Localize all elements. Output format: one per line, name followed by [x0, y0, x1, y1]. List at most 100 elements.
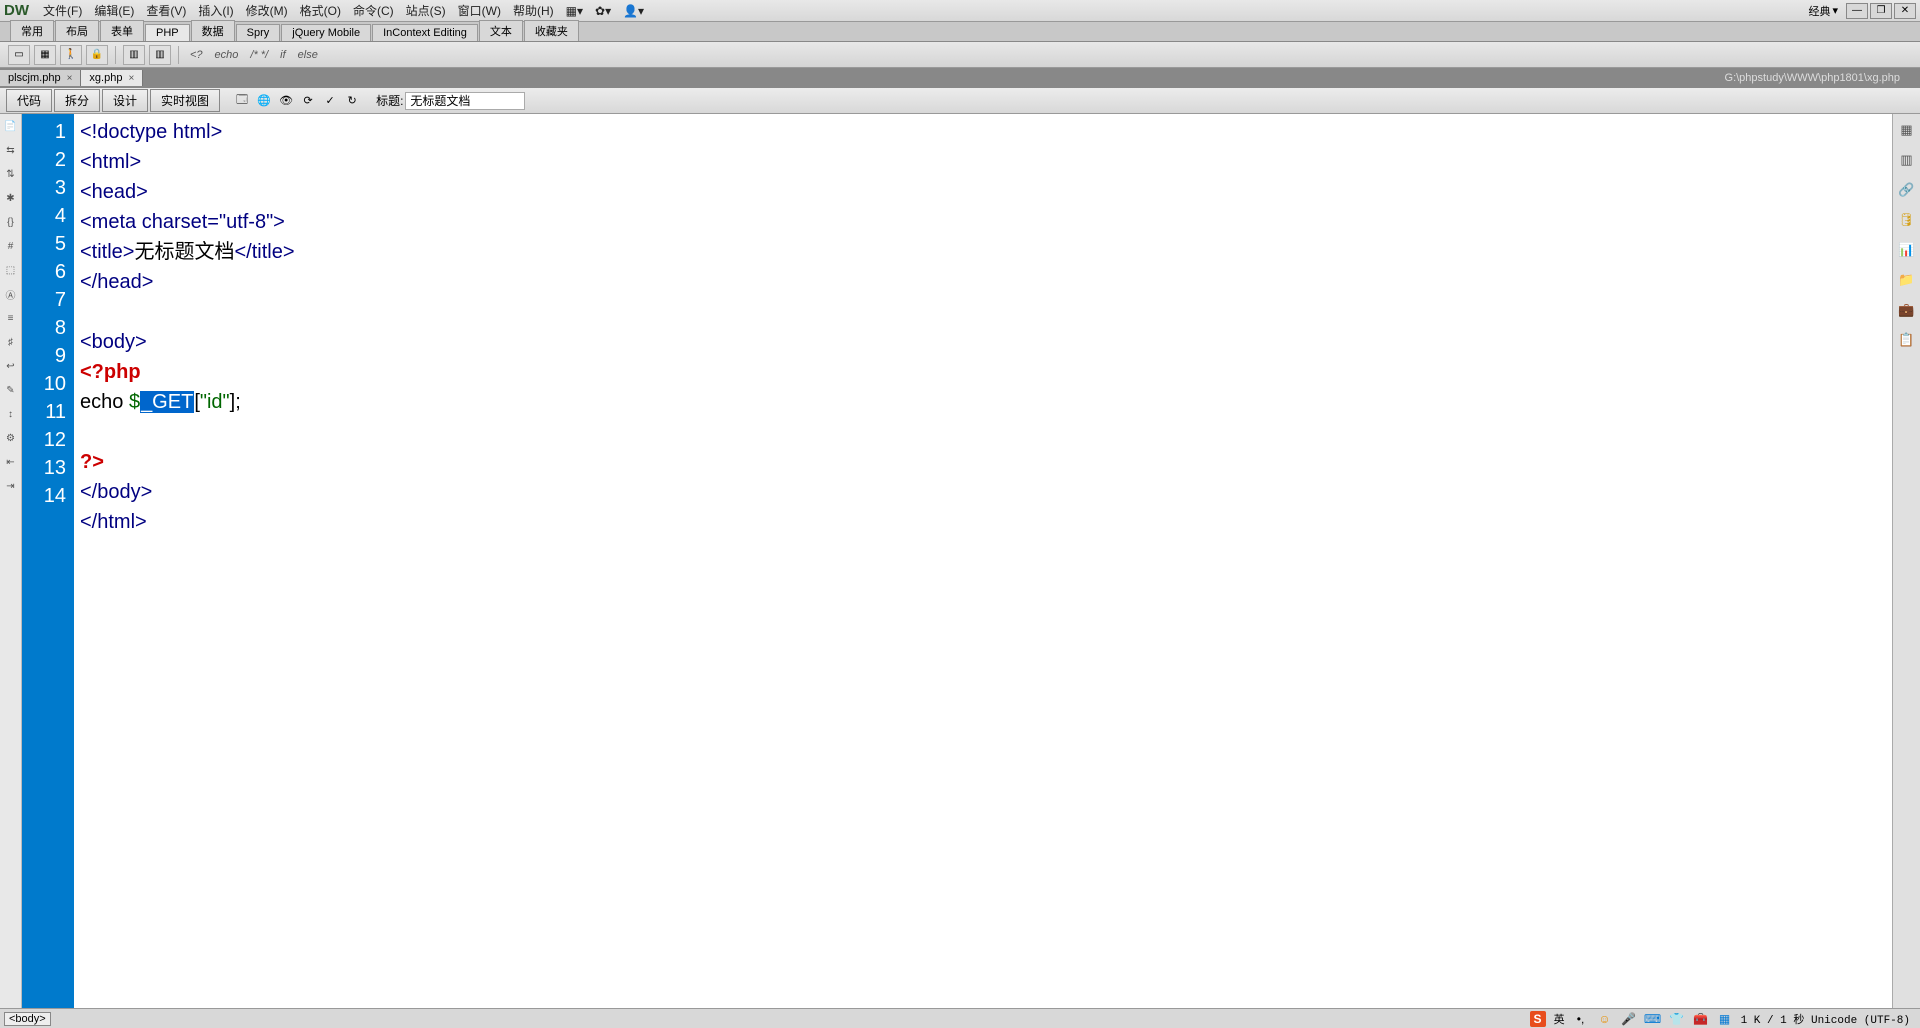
- indent-icon[interactable]: ≡: [3, 310, 19, 326]
- if-snippet[interactable]: if: [276, 49, 290, 61]
- ime-icon[interactable]: S: [1530, 1011, 1546, 1027]
- ap-panel-icon[interactable]: ▥: [1897, 150, 1917, 170]
- syntax-icon[interactable]: Ⓐ: [3, 286, 19, 302]
- tag-selector[interactable]: <body>: [4, 1012, 51, 1026]
- nav-icon[interactable]: ↕: [3, 406, 19, 422]
- menu-insert[interactable]: 插入(I): [192, 0, 239, 21]
- close-icon[interactable]: ×: [128, 73, 134, 84]
- table-icon[interactable]: ▦: [34, 45, 56, 65]
- select-parent-icon[interactable]: ✱: [3, 190, 19, 206]
- insert-category-tabs: 常用 布局 表单 PHP 数据 Spry jQuery Mobile InCon…: [0, 22, 1920, 42]
- title-input[interactable]: [405, 92, 525, 110]
- workspace-dropdown[interactable]: 经典▾: [1808, 3, 1838, 19]
- server-behav-icon[interactable]: 📊: [1897, 240, 1917, 260]
- menu-view[interactable]: 查看(V): [140, 0, 192, 21]
- menu-site[interactable]: 站点(S): [400, 0, 452, 21]
- sync-icon[interactable]: ⟳: [298, 92, 318, 110]
- line-number-gutter: 123 456 789 101112 1314: [22, 114, 74, 1008]
- wrap-icon[interactable]: ↩: [3, 358, 19, 374]
- php-open-tag[interactable]: <?: [186, 49, 207, 61]
- tab-layout[interactable]: 布局: [55, 20, 99, 41]
- doc-tab-label: plscjm.php: [8, 72, 61, 84]
- code-view-button[interactable]: 代码: [6, 89, 52, 112]
- mic-icon[interactable]: 🎤: [1621, 1011, 1637, 1027]
- tab-form[interactable]: 表单: [100, 20, 144, 41]
- form-icon[interactable]: ▭: [8, 45, 30, 65]
- minimize-button[interactable]: —: [1846, 3, 1868, 19]
- menu-window[interactable]: 窗口(W): [452, 0, 507, 21]
- css-panel-icon[interactable]: ▦: [1897, 120, 1917, 140]
- check-icon[interactable]: ✓: [320, 92, 340, 110]
- encoding-status: 1 K / 1 秒 Unicode (UTF-8): [1741, 1011, 1910, 1027]
- tab-php[interactable]: PHP: [145, 24, 190, 41]
- indent2-icon[interactable]: ⇥: [3, 478, 19, 494]
- collapse-icon[interactable]: ⇆: [3, 142, 19, 158]
- tab-data[interactable]: 数据: [191, 20, 235, 41]
- split-view-button[interactable]: 拆分: [54, 89, 100, 112]
- snippets-icon[interactable]: 📋: [1897, 330, 1917, 350]
- menu-edit[interactable]: 编辑(E): [88, 0, 140, 21]
- tab-text[interactable]: 文本: [479, 20, 523, 41]
- database-icon[interactable]: 🛢: [1897, 210, 1917, 230]
- doc-tab-label: xg.php: [89, 72, 122, 84]
- outdent-icon[interactable]: ⇤: [3, 454, 19, 470]
- line-num-icon[interactable]: #: [3, 238, 19, 254]
- comment-snippet[interactable]: /* */: [246, 49, 272, 61]
- document-tabs: plscjm.php × xg.php × G:\phpstudy\WWW\ph…: [0, 68, 1920, 88]
- include-icon[interactable]: ▥: [149, 45, 171, 65]
- menu-file[interactable]: 文件(F): [37, 0, 88, 21]
- doc-tab-xg[interactable]: xg.php ×: [81, 70, 143, 86]
- emoji-icon[interactable]: ☺: [1597, 1011, 1613, 1027]
- bindings-icon[interactable]: 🔗: [1897, 180, 1917, 200]
- tab-spry[interactable]: Spry: [236, 24, 281, 41]
- close-icon[interactable]: ×: [67, 73, 73, 84]
- else-snippet[interactable]: else: [294, 49, 322, 61]
- ime-language[interactable]: 英: [1554, 1011, 1565, 1027]
- restore-button[interactable]: ❐: [1870, 3, 1892, 19]
- menu-help[interactable]: 帮助(H): [507, 0, 560, 21]
- skin-icon[interactable]: 👕: [1669, 1011, 1685, 1027]
- punct-icon[interactable]: •,: [1573, 1011, 1589, 1027]
- code-editor[interactable]: 123 456 789 101112 1314 <!doctype html> …: [22, 114, 1892, 1008]
- format-icon[interactable]: ⚙: [3, 430, 19, 446]
- person-icon[interactable]: 🚶: [60, 45, 82, 65]
- comment-icon[interactable]: ♯: [3, 334, 19, 350]
- view-toolbar: 代码 拆分 设计 实时视图 🗔 🌐 👁 ⟳ ✓ ↻ 标题:: [0, 88, 1920, 114]
- user-icon[interactable]: 👤▾: [617, 2, 650, 20]
- toolbox-icon[interactable]: 🧰: [1693, 1011, 1709, 1027]
- globe-icon[interactable]: 🌐: [254, 92, 274, 110]
- files-icon[interactable]: 📁: [1897, 270, 1917, 290]
- code-content[interactable]: <!doctype html> <html> <head> <meta char…: [74, 114, 1892, 1008]
- menu-modify[interactable]: 修改(M): [240, 0, 294, 21]
- live-view-button[interactable]: 实时视图: [150, 89, 220, 112]
- tab-incontext[interactable]: InContext Editing: [372, 24, 478, 41]
- app-logo: DW: [4, 2, 29, 19]
- design-view-button[interactable]: 设计: [102, 89, 148, 112]
- tab-common[interactable]: 常用: [10, 20, 54, 41]
- open-docs-icon[interactable]: 📄: [3, 118, 19, 134]
- recent-icon[interactable]: ✎: [3, 382, 19, 398]
- layout-icon[interactable]: ▦▾: [560, 2, 589, 20]
- expand-icon[interactable]: ⇅: [3, 166, 19, 182]
- preview-icon[interactable]: 👁: [276, 92, 296, 110]
- tab-favorites[interactable]: 收藏夹: [524, 20, 579, 41]
- close-button[interactable]: ✕: [1894, 3, 1916, 19]
- server-debug-icon[interactable]: 🗔: [232, 92, 252, 110]
- assets-icon[interactable]: 💼: [1897, 300, 1917, 320]
- main-area: 📄 ⇆ ⇅ ✱ {} # ⬚ Ⓐ ≡ ♯ ↩ ✎ ↕ ⚙ ⇤ ⇥ 123 456…: [0, 114, 1920, 1008]
- doc-tab-plscjm[interactable]: plscjm.php ×: [0, 70, 81, 86]
- menu-command[interactable]: 命令(C): [347, 0, 400, 21]
- gear-icon[interactable]: ✿▾: [589, 2, 617, 20]
- grid-icon[interactable]: ▦: [1717, 1011, 1733, 1027]
- tab-jquery-mobile[interactable]: jQuery Mobile: [281, 24, 371, 41]
- code-toolbar-left: 📄 ⇆ ⇅ ✱ {} # ⬚ Ⓐ ≡ ♯ ↩ ✎ ↕ ⚙ ⇤ ⇥: [0, 114, 22, 1008]
- server-icon[interactable]: ▥: [123, 45, 145, 65]
- echo-snippet[interactable]: echo: [211, 49, 243, 61]
- highlight-icon[interactable]: ⬚: [3, 262, 19, 278]
- menu-format[interactable]: 格式(O): [294, 0, 347, 21]
- keyboard-icon[interactable]: ⌨: [1645, 1011, 1661, 1027]
- status-bar: <body> S 英 •, ☺ 🎤 ⌨ 👕 🧰 ▦ 1 K / 1 秒 Unic…: [0, 1008, 1920, 1028]
- refresh-icon[interactable]: ↻: [342, 92, 362, 110]
- balance-icon[interactable]: {}: [3, 214, 19, 230]
- lock-icon[interactable]: 🔒: [86, 45, 108, 65]
